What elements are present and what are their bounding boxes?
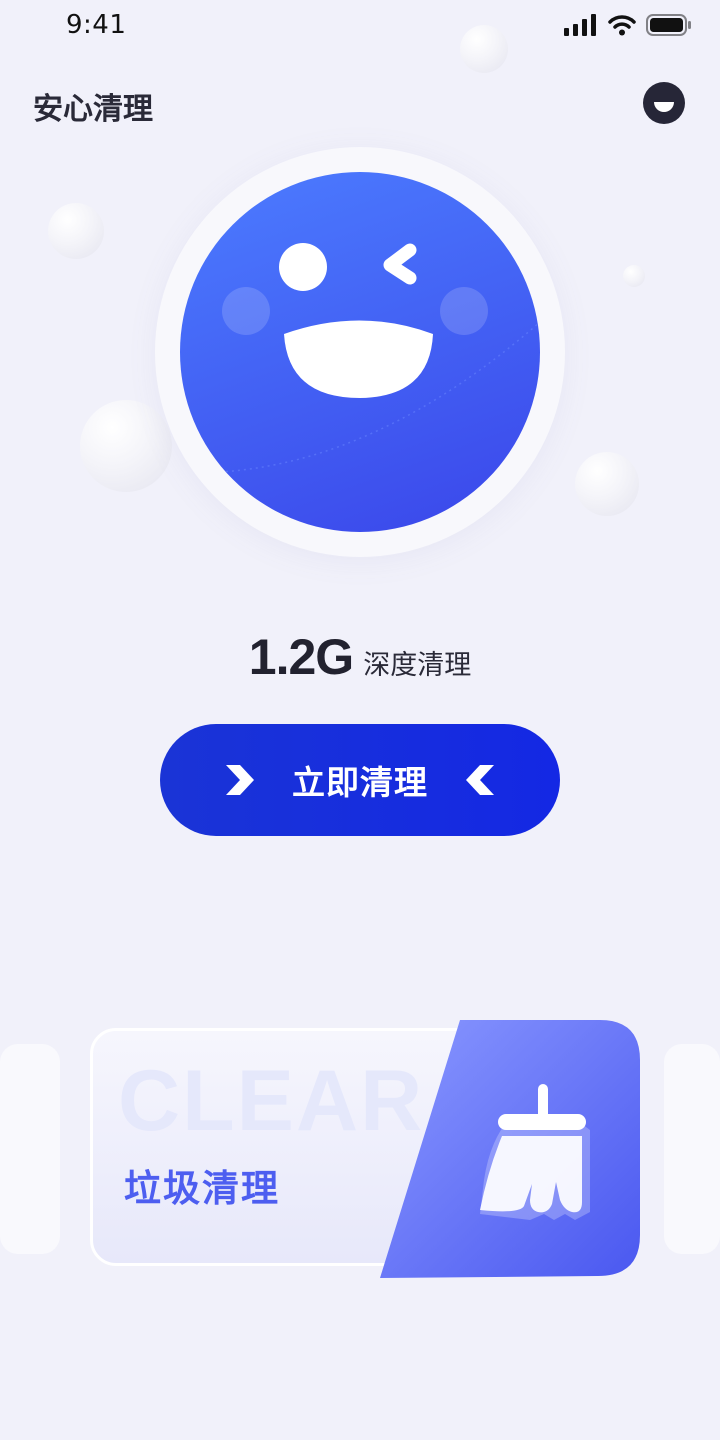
carousel-card-next[interactable] — [664, 1044, 720, 1254]
bubble-decoration — [623, 265, 645, 287]
bubble-decoration — [80, 400, 172, 492]
storage-summary: 1.2G 深度清理 — [0, 628, 720, 686]
status-time: 9:41 — [66, 10, 127, 40]
clean-now-button[interactable]: 立即清理 — [160, 724, 560, 836]
bubble-decoration — [48, 203, 104, 259]
chevron-left-icon — [466, 765, 494, 795]
bubble-decoration — [575, 452, 639, 516]
smile-face-icon — [654, 102, 674, 112]
battery-icon — [646, 14, 691, 36]
storage-label: 深度清理 — [363, 650, 472, 681]
signal-icon — [564, 14, 596, 36]
carousel-card-prev[interactable] — [0, 1044, 60, 1254]
app-title: 安心清理 — [33, 92, 153, 127]
card-icon-panel — [380, 1020, 640, 1278]
card-watermark: CLEAR — [118, 1053, 425, 1149]
mascot-face-icon — [219, 243, 540, 473]
wifi-icon — [608, 15, 636, 36]
clean-now-label: 立即清理 — [292, 763, 428, 802]
status-icons — [564, 14, 692, 36]
profile-button[interactable] — [643, 82, 685, 124]
mascot-face — [180, 172, 540, 532]
card-title: 垃圾清理 — [124, 1167, 280, 1210]
bubble-decoration — [460, 25, 508, 73]
storage-size: 1.2G — [248, 629, 354, 685]
chevron-right-icon — [226, 765, 254, 795]
